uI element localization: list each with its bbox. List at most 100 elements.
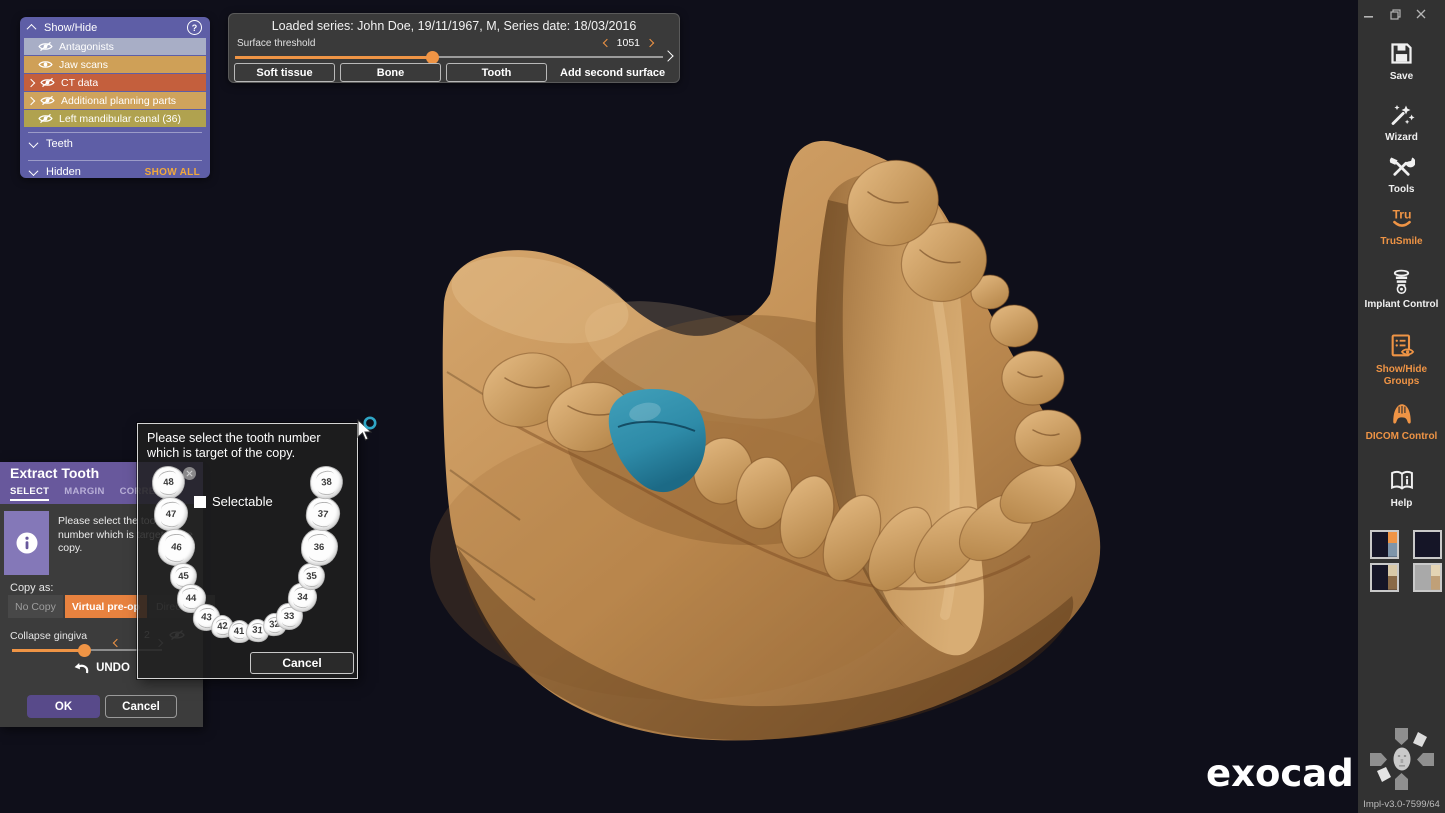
tooth-46[interactable]: 46 xyxy=(156,527,196,567)
tooth-number: 46 xyxy=(170,541,181,553)
trusmile-icon: Tru xyxy=(1388,203,1416,233)
eye-off-icon[interactable] xyxy=(40,95,55,106)
info-icon xyxy=(4,511,49,575)
dicom-toolbar: Loaded series: John Doe, 19/11/1967, M, … xyxy=(228,13,680,83)
version-text: Impl-v3.0-7599/64 xyxy=(1358,799,1445,810)
soft-tissue-button[interactable]: Soft tissue xyxy=(234,63,335,82)
eye-off-icon[interactable] xyxy=(38,41,53,52)
tooth-48[interactable]: 48 xyxy=(150,464,186,500)
chevron-down-icon xyxy=(29,138,39,148)
sidebar-item-save[interactable]: Save xyxy=(1358,38,1445,83)
tooth-number: 31 xyxy=(251,624,262,636)
layer-row-antagonists[interactable]: Antagonists xyxy=(24,38,206,55)
surface-threshold-slider[interactable] xyxy=(235,50,663,64)
help-icon[interactable]: ? xyxy=(187,20,202,35)
surface-threshold-label: Surface threshold xyxy=(237,38,315,49)
mouse-cursor xyxy=(350,415,386,447)
tooth-number: 48 xyxy=(162,476,173,488)
scene-preset-1[interactable] xyxy=(1370,530,1399,559)
slider-thumb[interactable] xyxy=(426,51,439,64)
tooth-36[interactable]: 36 xyxy=(301,529,338,566)
teeth-group-label: Teeth xyxy=(46,138,200,150)
threshold-decrement-button[interactable] xyxy=(602,39,610,47)
no-copy-option[interactable]: No Copy xyxy=(8,595,63,618)
slider-thumb[interactable] xyxy=(78,644,91,657)
layer-label: Left mandibular canal (36) xyxy=(59,113,181,125)
tooth-button[interactable]: Tooth xyxy=(446,63,547,82)
close-button[interactable] xyxy=(1413,7,1429,21)
expand-chevron-icon[interactable] xyxy=(28,80,34,86)
scene-preset-4[interactable] xyxy=(1413,563,1442,592)
tooth-number: 41 xyxy=(234,626,245,637)
layer-label: Jaw scans xyxy=(59,59,108,71)
show-all-button[interactable]: SHOW ALL xyxy=(145,167,200,178)
tab-margin[interactable]: MARGIN xyxy=(64,484,104,497)
sidebar-item-dicom-control[interactable]: DICOM Control xyxy=(1358,398,1445,443)
minimize-button[interactable] xyxy=(1361,7,1377,21)
tooth-number: 45 xyxy=(177,570,188,582)
tooth-number: 36 xyxy=(314,542,325,553)
orientation-navigator[interactable] xyxy=(1368,726,1436,792)
svg-text:Tru: Tru xyxy=(1392,208,1411,222)
teeth-group-row[interactable]: Teeth xyxy=(20,133,210,155)
threshold-value: 1051 xyxy=(617,37,640,49)
tooth-37[interactable]: 37 xyxy=(305,496,342,533)
tooth-number: 47 xyxy=(166,509,177,520)
chevron-down-icon xyxy=(29,166,39,176)
virtual-pre-op-option[interactable]: Virtual pre-op xyxy=(65,595,147,618)
sidebar-item-show-hide-groups[interactable]: Show/Hide Groups xyxy=(1358,331,1445,387)
tooth-dialog-cancel-button[interactable]: Cancel xyxy=(250,652,354,674)
exocad-logo: exocad xyxy=(1206,752,1354,795)
collapse-chevron-icon[interactable] xyxy=(27,24,37,34)
layer-row-additional-planning-parts[interactable]: Additional planning parts xyxy=(24,92,206,109)
tooth-number: 37 xyxy=(317,508,328,520)
tooth-dialog-message: Please select the tooth number which is … xyxy=(138,424,357,461)
eye-off-icon[interactable] xyxy=(38,113,53,124)
wizard-icon xyxy=(1388,99,1415,129)
expand-chevron-icon[interactable] xyxy=(28,98,34,104)
threshold-increment-button[interactable] xyxy=(646,39,654,47)
expand-toolbar-chevron[interactable] xyxy=(664,52,672,60)
implant-control-icon xyxy=(1388,266,1415,296)
layer-row-left-mandibular-canal-36[interactable]: Left mandibular canal (36) xyxy=(24,110,206,127)
scene-preset-2[interactable] xyxy=(1413,530,1442,559)
selectable-checkbox[interactable] xyxy=(194,496,206,508)
show-hide-header[interactable]: Show/Hide ? xyxy=(20,17,210,38)
tooth-35[interactable]: 35 xyxy=(296,561,325,590)
tooth-number: 38 xyxy=(320,476,331,488)
copy-as-label: Copy as: xyxy=(10,582,53,594)
sidebar-item-implant-control[interactable]: Implant Control xyxy=(1358,266,1445,311)
restore-button[interactable] xyxy=(1387,7,1403,21)
sidebar-item-wizard[interactable]: Wizard xyxy=(1358,99,1445,144)
selectable-label: Selectable xyxy=(212,494,273,509)
undo-icon xyxy=(73,660,90,675)
cancel-button[interactable]: Cancel xyxy=(105,695,177,718)
eye-off-icon[interactable] xyxy=(40,77,55,88)
sidebar-item-tools[interactable]: Tools xyxy=(1358,151,1445,196)
tooth-number: 34 xyxy=(296,591,307,603)
scene-preset-3[interactable] xyxy=(1370,563,1399,592)
sidebar-item-help[interactable]: Help xyxy=(1358,465,1445,510)
layer-label: Additional planning parts xyxy=(61,95,176,107)
layer-row-jaw-scans[interactable]: Jaw scans xyxy=(24,56,206,73)
tooth-47[interactable]: 47 xyxy=(154,497,188,531)
add-second-surface-button[interactable]: Add second surface xyxy=(560,67,665,79)
sidebar-item-label: Implant Control xyxy=(1362,299,1442,311)
dicom-control-icon xyxy=(1388,398,1416,428)
sidebar-item-trusmile[interactable]: TruTruSmile xyxy=(1358,203,1445,248)
tab-select[interactable]: SELECT xyxy=(10,484,49,501)
sidebar-item-label: DICOM Control xyxy=(1362,431,1442,443)
ok-button[interactable]: OK xyxy=(27,695,100,718)
eye-icon[interactable] xyxy=(38,59,53,70)
hidden-group-row[interactable]: Hidden SHOW ALL xyxy=(20,161,210,183)
slider-fill xyxy=(235,56,432,59)
bone-button[interactable]: Bone xyxy=(340,63,441,82)
tooth-38[interactable]: 38 xyxy=(308,464,344,500)
show-hide-groups-icon xyxy=(1388,331,1416,361)
tools-icon xyxy=(1388,151,1415,181)
layer-row-ct-data[interactable]: CT data xyxy=(24,74,206,91)
exocad-application-window: exocad Show/Hide ? Antagonists Jaw scans C… xyxy=(0,0,1445,813)
tooth-number: 35 xyxy=(305,570,316,582)
close-icon[interactable] xyxy=(183,467,196,480)
collapse-gingiva-label: Collapse gingiva xyxy=(10,630,87,642)
